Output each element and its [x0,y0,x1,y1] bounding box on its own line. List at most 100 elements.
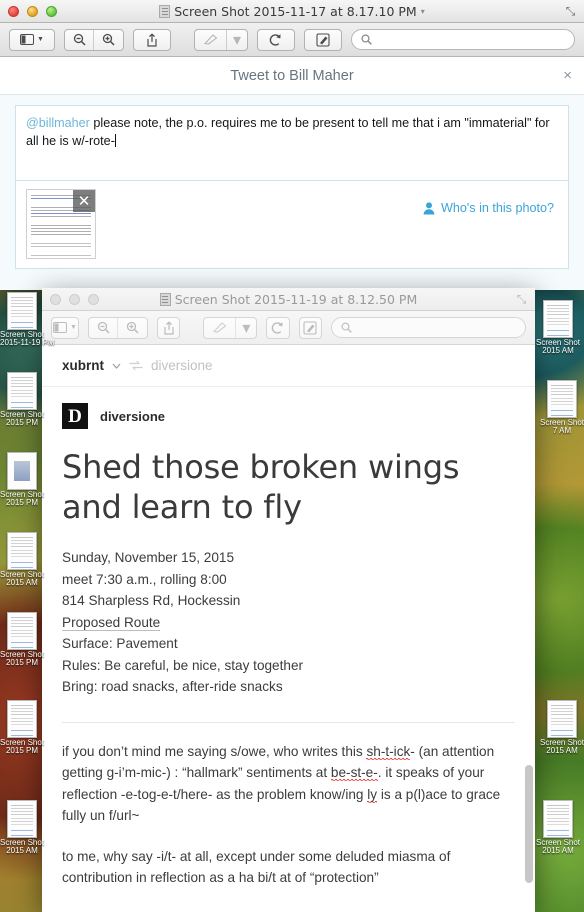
desktop-file-icon[interactable]: Screen Shot 2015 AM [540,700,584,756]
text-cursor [115,134,117,147]
window2-title: Screen Shot 2015-11-19 at 8.12.50 PM [159,292,417,307]
post-detail-line: Surface: Pavement [62,633,515,655]
zoom-in-button[interactable] [118,318,147,338]
desktop-file-icon[interactable]: Screen Shot 2015 PM [0,612,44,668]
tweet-attachment-bar: ✕ Who's in this photo? [15,181,569,269]
markup-segmented-control[interactable]: ▾ [194,28,248,51]
window1-titlebar[interactable]: Screen Shot 2015-11-17 at 8.17.10 PM ▾ ⤡ [0,0,584,23]
attached-image-thumbnail[interactable]: ✕ [26,189,96,259]
window2-toolbar[interactable]: ▼ ▾ [42,311,535,345]
comment-paragraph: it is not honest w/ any one, appearing g… [62,908,515,912]
vertical-scrollbar[interactable] [525,765,533,883]
desktop-file-label: Screen Shot 2015 PM [0,738,45,756]
post-title: Shed those broken wings and learn to fly [62,448,460,526]
proposed-route-link[interactable]: Proposed Route [62,614,161,631]
tweet-mention: @billmaher [26,116,90,130]
preview-window-tumblr[interactable]: Screen Shot 2015-11-19 at 8.12.50 PM ⤡ ▼… [42,288,535,912]
window2-titlebar[interactable]: Screen Shot 2015-11-19 at 8.12.50 PM ⤡ [42,288,535,311]
sidebar-toggle-button[interactable]: ▼ [51,316,80,339]
desktop-file-icon[interactable]: Screen Shot 2015 PM [0,700,44,756]
maximize-window-button-inactive[interactable] [88,294,99,305]
file-thumbnail-icon [7,612,37,650]
tumblr-post-content: xubrnt diversione D diversione Shed thos… [42,345,535,912]
post-author-row[interactable]: D diversione [62,403,515,429]
markup-button[interactable] [195,29,227,50]
desktop-file-label: Screen Shot 2015 PM [0,410,45,428]
window2-traffic-lights[interactable] [50,294,99,305]
tweet-textarea[interactable]: @billmaher please note, the p.o. require… [15,105,569,181]
window1-traffic-lights[interactable] [8,6,57,17]
post-divider [62,721,515,723]
edit-button[interactable] [304,28,342,51]
post-author-name[interactable]: diversione [100,409,165,424]
post-detail-text: Surface: Pavement [62,636,178,651]
window1-title-text: Screen Shot 2015-11-17 at 8.17.10 PM [174,3,417,19]
search-input[interactable] [356,319,516,336]
search-icon [341,322,352,333]
edit-button[interactable] [298,316,322,339]
close-window-button[interactable] [8,6,19,17]
desktop-file-icon[interactable]: Screen Shot 7 AM [540,380,584,436]
post-detail-line: 814 Sharpless Rd, Hockessin [62,590,515,612]
fullscreen-icon[interactable]: ⤡ [564,5,577,18]
search-icon [361,34,372,45]
search-field[interactable] [330,317,526,338]
desktop-file-label: Screen Shot 2015 AM [540,738,584,756]
desktop-file-icon[interactable]: Screen Shot 2015 AM [536,300,580,356]
chevron-down-icon[interactable] [112,363,121,369]
desktop-file-label: Screen Shot 2015 AM [536,838,581,856]
post-detail-text: Bring: road snacks, after-ride snacks [62,679,283,694]
misspelled-word: ly [367,786,378,803]
fullscreen-icon[interactable]: ⤡ [515,293,528,306]
desktop-file-icon[interactable]: Screen Shot 2015-11-19 PM [0,292,55,348]
post-detail-text: meet 7:30 a.m., rolling 8:00 [62,571,227,587]
title-chevron-down-icon[interactable]: ▾ [421,7,425,16]
window1-toolbar[interactable]: ▼ ▾ [0,23,584,57]
blog-username[interactable]: xubrnt [62,358,104,373]
post-details-list: Sunday, November 15, 2015 meet 7:30 a.m.,… [62,547,515,698]
zoom-in-button[interactable] [94,30,123,50]
remove-attachment-icon[interactable]: ✕ [73,190,95,212]
zoom-out-button[interactable] [65,29,95,50]
sidebar-toggle-button[interactable]: ▼ [9,28,55,51]
desktop-file-icon[interactable]: Screen Shot 2015 AM [536,800,580,856]
close-icon[interactable]: × [563,68,572,83]
search-input[interactable] [377,31,565,48]
zoom-segmented-control[interactable] [64,28,124,51]
window1-title: Screen Shot 2015-11-17 at 8.17.10 PM ▾ [159,4,425,19]
zoom-segmented-control[interactable] [88,316,149,339]
desktop-file-icon[interactable]: Screen Shot 2015 PM [0,372,44,428]
share-button[interactable] [157,316,181,339]
file-thumbnail-icon [547,700,577,738]
desktop-file-icon[interactable]: Screen Shot 2015 AM [0,800,44,856]
whos-in-this-photo-button[interactable]: Who's in this photo? [423,201,554,215]
rotate-button[interactable] [257,28,295,51]
comment-text: if you don’t mind me saying s/owe, who w… [62,743,367,759]
desktop-file-icon[interactable]: Screen Shot 2015 PM [0,452,44,508]
reblog-source-name[interactable]: diversione [151,358,213,373]
markup-segmented-control[interactable]: ▾ [203,316,258,339]
misspelled-word: be-st-e- [330,765,378,781]
maximize-window-button[interactable] [46,6,57,17]
avatar: D [62,403,88,429]
markup-options-chevron-icon[interactable]: ▾ [227,30,247,50]
minimize-window-button[interactable] [27,6,38,17]
tweet-text: please note, the p.o. requires me to be … [26,116,550,148]
desktop-file-label: Screen Shot 2015 PM [0,490,45,508]
post-container: D diversione Shed those broken wings and… [42,387,535,912]
search-field[interactable] [351,29,575,50]
post-detail-line: Sunday, November 15, 2015 [62,547,515,569]
rotate-button[interactable] [266,316,290,339]
markup-button[interactable] [204,317,237,338]
chevron-down-icon: ▼ [70,324,77,331]
zoom-out-button[interactable] [89,317,119,338]
file-thumbnail-icon [543,300,573,338]
minimize-window-button-inactive[interactable] [69,294,80,305]
close-window-button-inactive[interactable] [50,294,61,305]
preview-window-tweet[interactable]: Screen Shot 2015-11-17 at 8.17.10 PM ▾ ⤡… [0,0,584,290]
markup-options-chevron-icon[interactable]: ▾ [236,318,256,338]
share-button[interactable] [133,28,171,51]
tweet-sheet-title: Tweet to Bill Maher [230,67,354,84]
desktop-file-icon[interactable]: Screen Shot 2015 AM [0,532,44,588]
post-detail-line: meet 7:30 a.m., rolling 8:00 [62,569,515,591]
